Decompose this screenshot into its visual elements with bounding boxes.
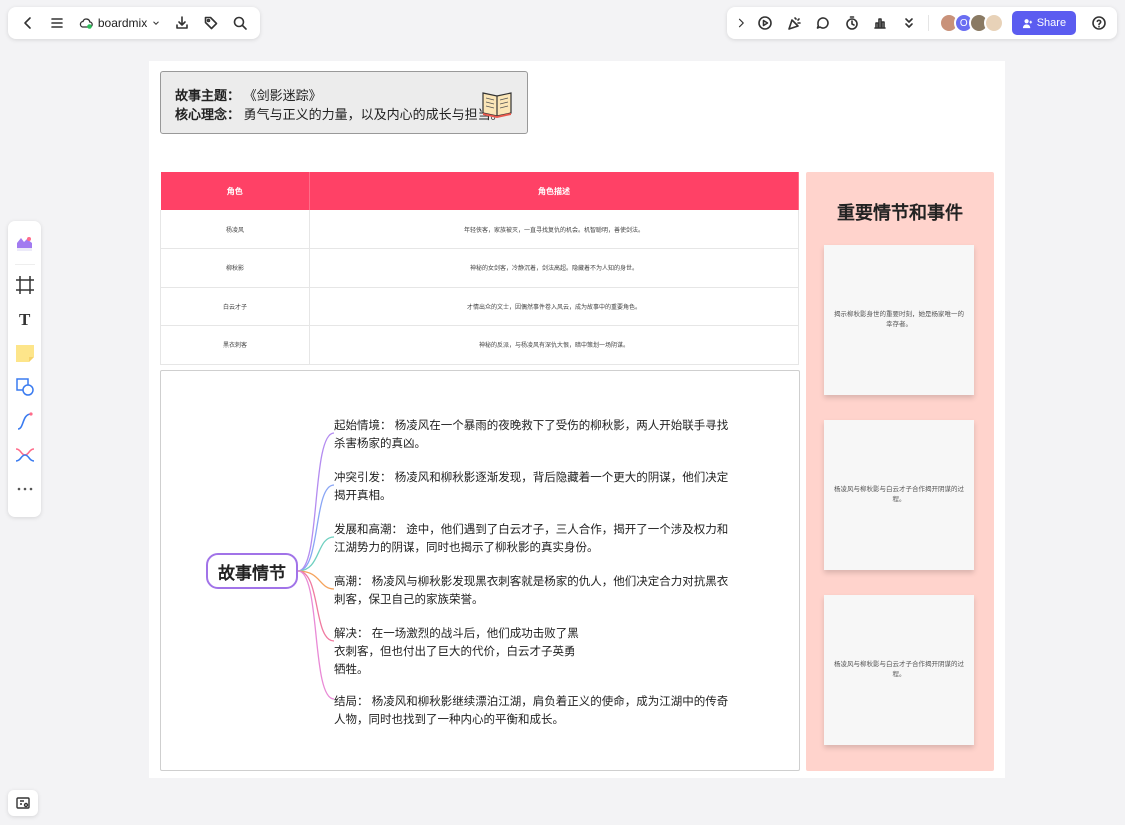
whiteboard-canvas[interactable]: 故事主题： 《剑影迷踪》 核心理念： 勇气与正义的力量，以及内心的成长与担当。 …: [149, 61, 1005, 778]
character-name: 白云才子: [160, 287, 310, 326]
text-icon[interactable]: T: [11, 302, 39, 336]
book-icon: [482, 92, 512, 118]
templates-icon[interactable]: [11, 227, 39, 261]
back-icon[interactable]: [16, 10, 41, 36]
share-label: Share: [1036, 17, 1067, 29]
frame-icon[interactable]: [11, 268, 39, 302]
top-left-toolbar: boardmix: [8, 7, 260, 39]
svg-text:T: T: [19, 310, 31, 329]
events-title: 重要情节和事件: [837, 203, 963, 223]
brand-dropdown[interactable]: boardmix: [74, 10, 165, 36]
top-right-toolbar: O Share: [727, 7, 1117, 39]
column-header-role: 角色: [160, 172, 310, 210]
minimap-button[interactable]: [8, 790, 38, 816]
story-theme-line: 故事主题： 《剑影迷踪》: [175, 88, 322, 103]
core-concept-line: 核心理念： 勇气与正义的力量，以及内心的成长与担当。: [175, 107, 504, 122]
minimap-icon: [16, 797, 30, 809]
character-description: 才情出众的文士，因偶然事件卷入风云，成为故事中的重要角色。: [309, 287, 799, 326]
chevron-down-icon: [153, 21, 160, 25]
table-row[interactable]: 柳秋影 神秘的女剑客，冷静沉着，剑法高超。隐藏着不为人知的身世。: [160, 248, 799, 288]
character-name: 柳秋影: [160, 248, 310, 288]
vote-icon[interactable]: [868, 10, 893, 36]
table-header-row: 角色 角色描述: [160, 172, 799, 210]
character-description: 神秘的反派，与杨凌风有深仇大恨，暗中策划一场阴谋。: [309, 325, 799, 365]
character-table: 角色 角色描述 杨凌风 年轻侠客，家族被灭，一直寻找复仇的机会。机智聪明，善使剑…: [160, 172, 799, 365]
celebrate-icon[interactable]: [781, 10, 806, 36]
more-chevrons-icon[interactable]: [897, 10, 922, 36]
events-panel[interactable]: 重要情节和事件 揭示柳秋影身世的重要时刻，她是杨家唯一的幸存者。 杨凌风与柳秋影…: [806, 172, 994, 771]
timer-icon[interactable]: [839, 10, 864, 36]
event-card[interactable]: 杨凌风与柳秋影与白云才子合作揭开阴谋的过程。: [824, 420, 974, 570]
download-icon[interactable]: [169, 10, 194, 36]
more-icon[interactable]: [11, 472, 39, 506]
user-add-icon: [1022, 18, 1032, 28]
mindmap-icon[interactable]: [11, 438, 39, 472]
story-theme-label: 故事主题: [175, 88, 228, 103]
plot-node-climax[interactable]: 高潮： 杨凌风与柳秋影发现黑衣刺客就是杨家的仇人，他们决定合力对抗黑衣刺客，保卫…: [334, 573, 729, 609]
connector-icon[interactable]: [11, 404, 39, 438]
plot-mindmap[interactable]: 故事情节 起始情境： 杨凌风在一个暴雨的夜晚救下了受伤的柳秋影，两人开始联手寻找…: [160, 370, 800, 771]
brand-label: boardmix: [97, 16, 148, 30]
comment-icon[interactable]: [810, 10, 835, 36]
event-card[interactable]: 杨凌风与柳秋影与白云才子合作揭开阴谋的过程。: [824, 595, 974, 745]
tag-icon[interactable]: [198, 10, 223, 36]
collaborator-avatars[interactable]: O: [938, 13, 1004, 33]
table-row[interactable]: 杨凌风 年轻侠客，家族被灭，一直寻找复仇的机会。机智聪明，善使剑法。: [160, 210, 799, 249]
search-icon[interactable]: [227, 10, 252, 36]
character-description: 年轻侠客，家族被灭，一直寻找复仇的机会。机智聪明，善使剑法。: [309, 210, 799, 249]
present-play-icon[interactable]: [752, 10, 777, 36]
sticky-note-icon[interactable]: [11, 336, 39, 370]
cloud-icon: [79, 18, 93, 29]
core-concept-value: 勇气与正义的力量，以及内心的成长与担当。: [243, 107, 504, 122]
table-row[interactable]: 黑衣刺客 神秘的反派，与杨凌风有深仇大恨，暗中策划一场阴谋。: [160, 325, 799, 365]
plot-node-development[interactable]: 发展和高潮： 途中，他们遇到了白云才子，三人合作，揭开了一个涉及权力和江湖势力的…: [334, 521, 729, 557]
character-name: 黑衣刺客: [160, 325, 310, 365]
plot-node-start[interactable]: 起始情境： 杨凌风在一个暴雨的夜晚救下了受伤的柳秋影，两人开始联手寻找杀害杨家的…: [334, 417, 729, 453]
plot-node-resolution[interactable]: 解决： 在一场激烈的战斗后，他们成功击败了黑衣刺客，但也付出了巨大的代价，白云才…: [334, 625, 582, 679]
column-header-description: 角色描述: [309, 172, 799, 210]
share-button[interactable]: Share: [1011, 11, 1077, 35]
event-card[interactable]: 揭示柳秋影身世的重要时刻，她是杨家唯一的幸存者。: [824, 245, 974, 395]
divider: [14, 264, 35, 265]
divider: [927, 15, 929, 31]
shape-icon[interactable]: [11, 370, 39, 404]
core-concept-label: 核心理念: [175, 107, 228, 122]
theme-box[interactable]: 故事主题： 《剑影迷踪》 核心理念： 勇气与正义的力量，以及内心的成长与担当。: [160, 71, 528, 134]
left-toolbar: T: [8, 221, 41, 517]
plot-node-ending[interactable]: 结局： 杨凌风和柳秋影继续漂泊江湖，肩负着正义的使命，成为江湖中的传奇人物，同时…: [334, 693, 729, 729]
plot-node-conflict[interactable]: 冲突引发： 杨凌风和柳秋影逐渐发现，背后隐藏着一个更大的阴谋，他们决定揭开真相。: [334, 469, 729, 505]
help-icon[interactable]: [1086, 10, 1111, 36]
character-name: 杨凌风: [160, 210, 310, 249]
character-description: 神秘的女剑客，冷静沉着，剑法高超。隐藏着不为人知的身世。: [309, 248, 799, 288]
mindmap-center-node[interactable]: 故事情节: [206, 553, 298, 589]
menu-icon[interactable]: [45, 10, 70, 36]
chevron-right-icon[interactable]: [733, 10, 748, 36]
avatar: [983, 13, 1004, 33]
table-row[interactable]: 白云才子 才情出众的文士，因偶然事件卷入风云，成为故事中的重要角色。: [160, 287, 799, 326]
story-theme-value: 《剑影迷踪》: [243, 88, 322, 103]
